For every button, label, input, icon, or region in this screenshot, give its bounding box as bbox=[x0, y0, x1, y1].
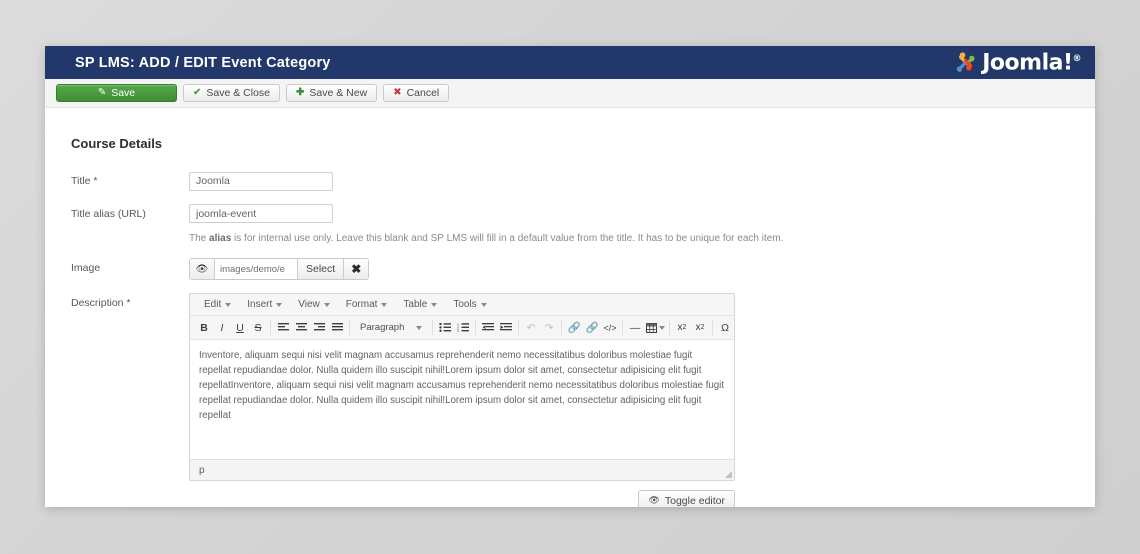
title-label: Title * bbox=[71, 175, 98, 187]
underline-icon[interactable]: U bbox=[231, 319, 249, 337]
indent-icon[interactable] bbox=[497, 319, 515, 337]
editor-statusbar: p bbox=[190, 459, 734, 480]
check-icon: ✔ bbox=[193, 87, 202, 98]
page-title: SP LMS: ADD / EDIT Event Category bbox=[75, 54, 331, 71]
outdent-icon[interactable] bbox=[479, 319, 497, 337]
chevron-down-icon bbox=[381, 302, 388, 307]
rich-text-editor: Edit Insert View Format Table Tools B I … bbox=[189, 293, 735, 481]
menu-view[interactable]: View bbox=[291, 297, 337, 312]
toolbar-separator bbox=[432, 320, 433, 335]
source-code-icon[interactable]: </> bbox=[601, 319, 619, 337]
save-icon: ✎ bbox=[97, 87, 107, 98]
chevron-down-icon bbox=[416, 325, 422, 330]
form-content: Course Details Title * Title alias (URL)… bbox=[45, 108, 1095, 507]
editor-toolbar: B I U S Paragraph 1 2 3 ↶ ↷ 🔗 🔗 </> — x … bbox=[190, 316, 734, 340]
app-header: SP LMS: ADD / EDIT Event Category Joomla… bbox=[45, 46, 1095, 79]
description-label: Description * bbox=[71, 297, 131, 309]
chevron-down-icon bbox=[431, 302, 438, 307]
toggle-editor-label: Toggle editor bbox=[664, 494, 725, 507]
horizontal-rule-icon[interactable]: — bbox=[626, 319, 644, 337]
element-path: p bbox=[199, 464, 205, 476]
image-path-input[interactable]: images/demo/e bbox=[215, 259, 298, 279]
chevron-down-icon bbox=[323, 302, 330, 307]
joomla-brand: Joomla!® bbox=[952, 50, 1081, 75]
menu-insert[interactable]: Insert bbox=[240, 297, 289, 312]
eye-icon: 👁 bbox=[648, 495, 660, 505]
form-row-image: Image 👁 images/demo/e Select ✖ bbox=[45, 258, 1095, 280]
image-select-button[interactable]: Select bbox=[298, 259, 345, 279]
unlink-icon[interactable]: 🔗 bbox=[583, 319, 601, 337]
eye-icon[interactable]: 👁 bbox=[190, 259, 215, 279]
toolbar-separator bbox=[561, 320, 562, 335]
editor-content-area[interactable]: Inventore, aliquam sequi nisi velit magn… bbox=[190, 340, 734, 459]
save-button[interactable]: ✎ Save bbox=[56, 84, 177, 102]
strikethrough-icon[interactable]: S bbox=[249, 319, 267, 337]
table-icon[interactable] bbox=[644, 319, 666, 337]
save-and-close-label: Save & Close bbox=[206, 87, 271, 99]
menu-table[interactable]: Table bbox=[396, 297, 444, 312]
chevron-down-icon bbox=[276, 302, 283, 307]
redo-icon[interactable]: ↷ bbox=[540, 319, 558, 337]
undo-icon[interactable]: ↶ bbox=[522, 319, 540, 337]
cancel-button-label: Cancel bbox=[406, 87, 440, 99]
toolbar-separator bbox=[270, 320, 271, 335]
chevron-down-icon bbox=[225, 302, 232, 307]
form-row-alias: Title alias (URL) The alias is for inter… bbox=[45, 204, 1095, 246]
bold-icon[interactable]: B bbox=[195, 319, 213, 337]
special-character-icon[interactable]: Ω bbox=[716, 319, 734, 337]
form-row-title: Title * bbox=[45, 171, 1095, 191]
image-input-group: 👁 images/demo/e Select ✖ bbox=[189, 258, 370, 280]
section-heading: Course Details bbox=[71, 136, 163, 151]
link-icon[interactable]: 🔗 bbox=[565, 319, 583, 337]
menu-tools[interactable]: Tools bbox=[446, 297, 493, 312]
align-justify-icon[interactable] bbox=[328, 319, 346, 337]
format-select[interactable]: Paragraph bbox=[356, 319, 426, 336]
toggle-editor-wrap: 👁 Toggle editor bbox=[189, 490, 735, 507]
save-and-close-button[interactable]: ✔ Save & Close bbox=[183, 84, 281, 102]
italic-icon[interactable]: I bbox=[213, 319, 231, 337]
menu-format[interactable]: Format bbox=[339, 297, 395, 312]
brand-name: Joomla!® bbox=[982, 50, 1081, 75]
numbered-list-icon[interactable]: 123 bbox=[454, 319, 472, 337]
save-and-new-label: Save & New bbox=[309, 87, 368, 99]
toggle-editor-button[interactable]: 👁 Toggle editor bbox=[638, 490, 735, 507]
svg-text:3: 3 bbox=[457, 330, 459, 332]
cancel-button[interactable]: ✖ Cancel bbox=[383, 84, 450, 102]
alias-input[interactable] bbox=[189, 204, 333, 223]
align-center-icon[interactable] bbox=[292, 319, 310, 337]
form-row-description: Description * Edit Insert View Format Ta… bbox=[45, 293, 1095, 507]
image-label: Image bbox=[71, 262, 101, 274]
subscript-icon[interactable]: x2 bbox=[673, 319, 691, 337]
toolbar-separator bbox=[622, 320, 623, 335]
image-clear-button[interactable]: ✖ bbox=[344, 259, 369, 279]
toolbar-separator bbox=[518, 320, 519, 335]
save-button-label: Save bbox=[111, 87, 136, 99]
action-toolbar: ✎ Save ✔ Save & Close ✚ Save & New ✖ Can… bbox=[45, 79, 1095, 108]
toolbar-separator bbox=[475, 320, 476, 335]
align-right-icon[interactable] bbox=[310, 319, 328, 337]
title-input[interactable] bbox=[189, 171, 333, 191]
toolbar-separator bbox=[669, 320, 670, 335]
chevron-down-icon bbox=[480, 302, 487, 307]
align-left-icon[interactable] bbox=[274, 319, 292, 337]
chevron-down-icon bbox=[658, 325, 665, 330]
superscript-icon[interactable]: x2 bbox=[691, 319, 709, 337]
save-and-new-button[interactable]: ✚ Save & New bbox=[286, 84, 378, 102]
menu-edit[interactable]: Edit bbox=[197, 297, 238, 312]
resize-handle[interactable] bbox=[725, 471, 732, 478]
joomla-logo-icon bbox=[952, 50, 977, 75]
bullet-list-icon[interactable] bbox=[436, 319, 454, 337]
toolbar-separator bbox=[712, 320, 713, 335]
cancel-icon: ✖ bbox=[393, 87, 402, 98]
editor-menubar: Edit Insert View Format Table Tools bbox=[190, 294, 734, 316]
toolbar-separator bbox=[349, 320, 350, 335]
alias-help-text: The alias is for internal use only. Leav… bbox=[189, 233, 784, 244]
alias-label: Title alias (URL) bbox=[71, 207, 146, 220]
plus-icon: ✚ bbox=[296, 87, 305, 98]
admin-panel-card: SP LMS: ADD / EDIT Event Category Joomla… bbox=[45, 46, 1095, 507]
